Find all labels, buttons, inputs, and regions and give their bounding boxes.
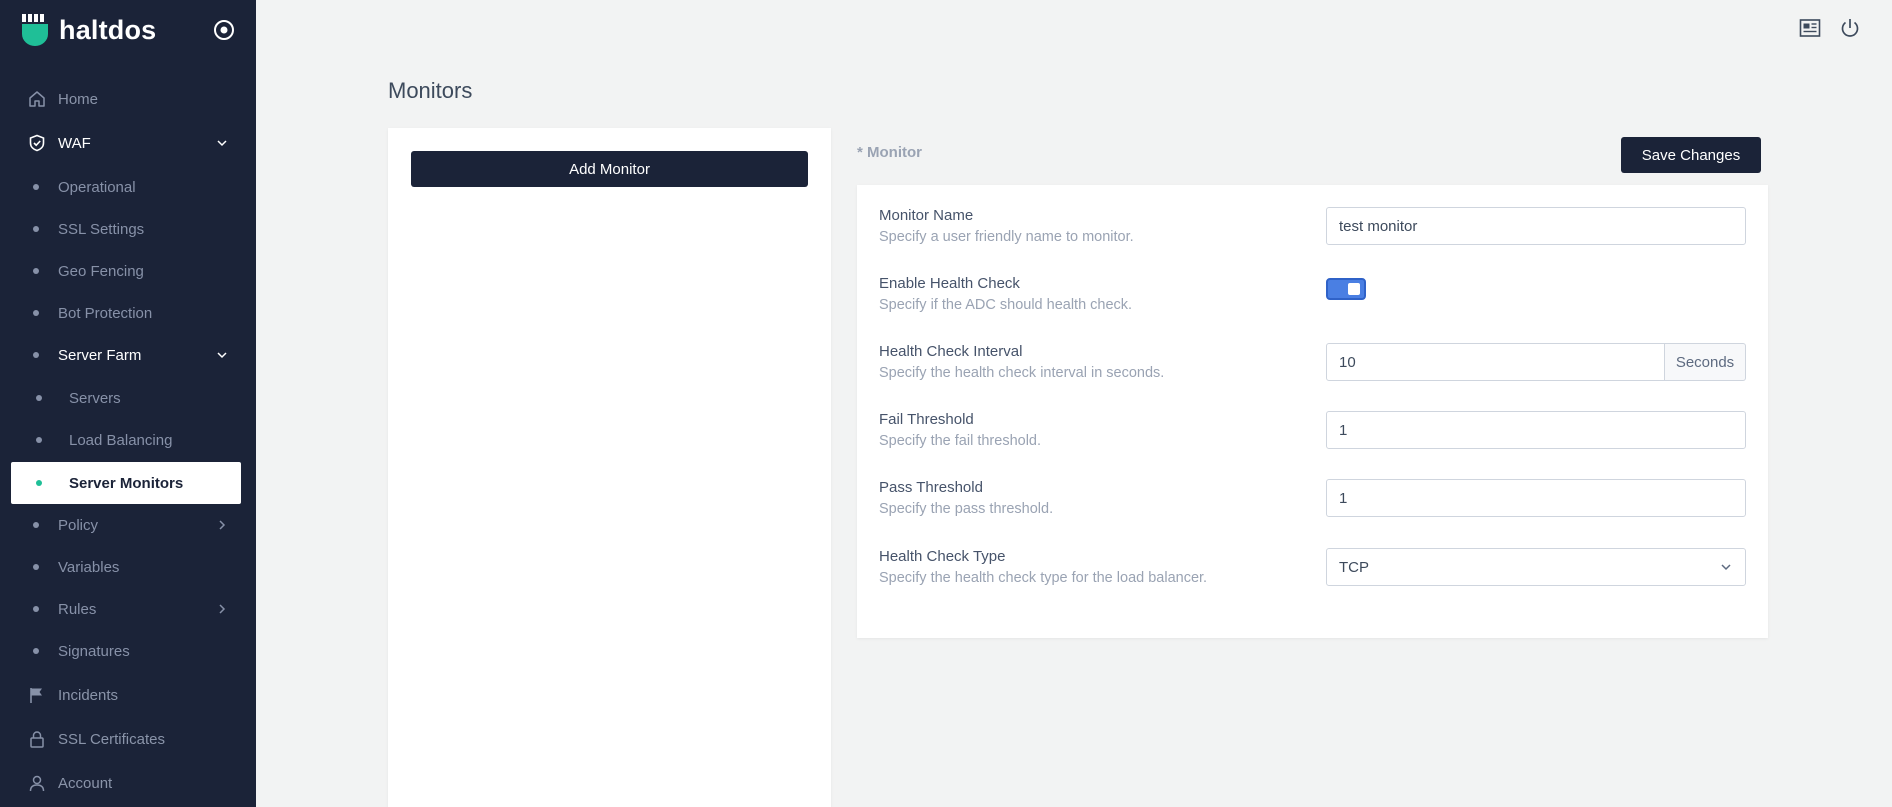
monitor-list-panel: Add Monitor: [388, 128, 831, 807]
monitor-form: Monitor Name Specify a user friendly nam…: [857, 185, 1768, 638]
sidebar-item-label: Servers: [69, 389, 121, 407]
sidebar-item-label: Signatures: [58, 642, 130, 660]
field-label: Fail Threshold: [879, 411, 974, 428]
bullet-icon: [33, 522, 39, 528]
sidebar-item-label: Operational: [58, 178, 136, 196]
sidebar-item-account[interactable]: Account: [11, 762, 241, 804]
chevron-down-icon: [217, 140, 227, 147]
form-row-enable-health-check: Enable Health Check Specify if the ADC s…: [879, 275, 1746, 325]
field-label: Monitor Name: [879, 207, 974, 224]
sidebar-item-label: Server Monitors: [69, 474, 184, 492]
sidebar-item-home[interactable]: Home: [11, 78, 241, 120]
sidebar-item-label: Geo Fencing: [58, 262, 144, 280]
add-monitor-button[interactable]: Add Monitor: [411, 151, 808, 187]
seconds-addon: Seconds: [1665, 343, 1746, 381]
bullet-icon: [33, 564, 39, 570]
bullet-icon: [36, 437, 42, 443]
sidebar-item-load-balancing[interactable]: Load Balancing: [11, 419, 241, 461]
field-label: Pass Threshold: [879, 479, 983, 496]
sidebar-item-policy[interactable]: Policy: [11, 504, 241, 546]
sidebar-item-incidents[interactable]: Incidents: [11, 674, 241, 716]
fail-threshold-input[interactable]: [1326, 411, 1746, 449]
sidebar-item-waf[interactable]: WAF: [11, 122, 241, 164]
power-icon[interactable]: [1839, 17, 1861, 39]
sidebar-item-variables[interactable]: Variables: [11, 546, 241, 588]
bullet-icon: [33, 352, 39, 358]
chevron-right-icon: [219, 520, 226, 530]
user-icon: [29, 775, 45, 792]
logo-icon: [22, 14, 48, 46]
form-row-pass-threshold: Pass Threshold Specify the pass threshol…: [879, 479, 1746, 529]
save-changes-button[interactable]: Save Changes: [1621, 137, 1761, 173]
sidebar-item-bot-protection[interactable]: Bot Protection: [11, 292, 241, 334]
select-value: TCP: [1339, 558, 1369, 576]
sidebar-item-geo-fencing[interactable]: Geo Fencing: [11, 250, 241, 292]
sidebar-item-label: Account: [58, 774, 113, 792]
health-check-toggle[interactable]: [1326, 278, 1366, 300]
bullet-icon: [36, 395, 42, 401]
field-label: Health Check Type: [879, 548, 1006, 565]
interval-input-group: Seconds: [1326, 343, 1746, 381]
sidebar-item-label: WAF: [58, 134, 91, 152]
form-row-monitor-name: Monitor Name Specify a user friendly nam…: [879, 207, 1746, 257]
sidebar-item-label: SSL Settings: [58, 220, 145, 238]
sidebar-item-ssl-certificates[interactable]: SSL Certificates: [11, 718, 241, 760]
field-help: Specify the fail threshold.: [879, 433, 1042, 449]
field-help: Specify if the ADC should health check.: [879, 297, 1133, 313]
form-row-fail-threshold: Fail Threshold Specify the fail threshol…: [879, 411, 1746, 461]
bullet-icon: [33, 184, 39, 190]
shield-check-icon: [29, 134, 45, 152]
sidebar-item-operational[interactable]: Operational: [11, 166, 241, 208]
sidebar-item-label: Load Balancing: [69, 431, 173, 449]
sidebar-item-server-farm[interactable]: Server Farm: [11, 334, 241, 376]
section-label: * Monitor: [857, 144, 922, 161]
settings-target-icon[interactable]: [212, 18, 236, 42]
monitor-name-input[interactable]: [1326, 207, 1746, 245]
brand-name: haltdos: [59, 14, 157, 45]
flag-icon: [30, 688, 42, 703]
bullet-icon: [33, 310, 39, 316]
sidebar-item-label: Variables: [58, 558, 120, 576]
sidebar: haltdos Home WAF Operational SSL Setting…: [0, 0, 256, 807]
chevron-down-icon: [217, 352, 227, 359]
bullet-icon: [33, 648, 39, 654]
field-label: Health Check Interval: [879, 343, 1023, 360]
bullet-icon: [33, 268, 39, 274]
sidebar-item-rules[interactable]: Rules: [11, 588, 241, 630]
form-row-health-check-interval: Health Check Interval Specify the health…: [879, 343, 1746, 393]
bullet-icon: [33, 226, 39, 232]
sidebar-item-label: Policy: [58, 516, 99, 534]
pass-threshold-input[interactable]: [1326, 479, 1746, 517]
chevron-right-icon: [219, 604, 226, 614]
chevron-down-icon: [1721, 564, 1731, 571]
sidebar-item-server-monitors[interactable]: Server Monitors: [11, 462, 241, 504]
bullet-icon: [36, 480, 42, 486]
lock-icon: [30, 731, 44, 748]
bullet-icon: [33, 606, 39, 612]
health-check-type-select[interactable]: TCP: [1326, 548, 1746, 586]
sidebar-item-label: Home: [58, 90, 99, 108]
sidebar-item-ssl-settings[interactable]: SSL Settings: [11, 208, 241, 250]
field-help: Specify the health check interval in sec…: [879, 365, 1165, 381]
brand-logo[interactable]: haltdos: [21, 13, 156, 47]
field-help: Specify a user friendly name to monitor.: [879, 229, 1134, 245]
sidebar-item-servers[interactable]: Servers: [11, 377, 241, 419]
page-title: Monitors: [388, 78, 473, 103]
home-icon: [29, 91, 45, 107]
field-label: Enable Health Check: [879, 275, 1020, 292]
sidebar-item-signatures[interactable]: Signatures: [11, 630, 241, 672]
sidebar-item-label: Server Farm: [58, 346, 142, 364]
health-check-interval-input[interactable]: [1326, 343, 1665, 381]
sidebar-item-label: SSL Certificates: [58, 730, 165, 748]
field-help: Specify the health check type for the lo…: [879, 570, 1208, 586]
sidebar-item-label: Bot Protection: [58, 304, 153, 322]
field-help: Specify the pass threshold.: [879, 501, 1054, 517]
form-row-health-check-type: Health Check Type Specify the health che…: [879, 548, 1746, 598]
toggle-knob: [1348, 283, 1360, 295]
sidebar-item-label: Incidents: [58, 686, 119, 704]
news-icon[interactable]: [1799, 17, 1821, 39]
sidebar-item-label: Rules: [58, 600, 97, 618]
